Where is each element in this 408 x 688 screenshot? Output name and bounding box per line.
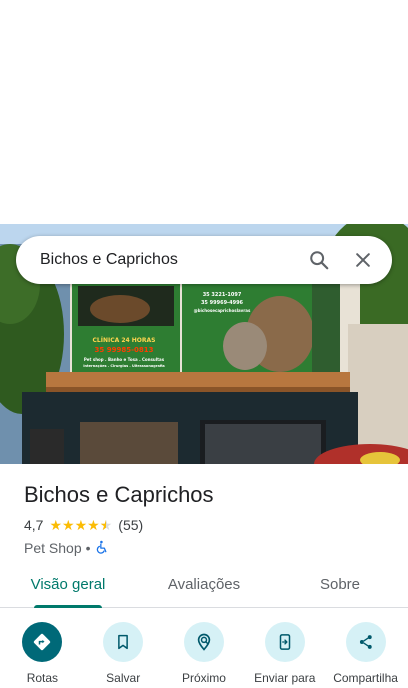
search-bar[interactable]: Bichos e Caprichos	[16, 236, 392, 284]
rating-stars: ★ ★ ★ ★ ★	[49, 518, 112, 532]
directions-icon	[22, 622, 63, 662]
star-icon: ★	[74, 517, 88, 533]
sign-landline-text: 35 3221-1097	[203, 292, 242, 298]
tab-overview[interactable]: Visão geral	[0, 564, 136, 608]
save-button[interactable]: Salvar	[86, 622, 160, 688]
action-bar: Rotas Salvar Próximo Enviar para Compart…	[0, 622, 408, 688]
tab-reviews[interactable]: Avaliações	[136, 564, 272, 607]
category-row: Pet Shop •	[24, 539, 394, 557]
sign-services-text-2: Internações . Cirurgias . Ultrassonograf…	[83, 364, 165, 368]
directions-button[interactable]: Rotas	[5, 622, 79, 688]
place-tabs: Visão geral Avaliações Sobre	[0, 564, 408, 608]
sign-mobile-text: 35 99969-4996	[201, 300, 244, 306]
sign-instagram-text: @bichosecaprichoslavras	[194, 308, 251, 313]
nearby-icon	[183, 622, 224, 662]
half-star-icon: ★	[100, 518, 113, 532]
sign-clinic-text: CLÍNICA 24 HORAS	[93, 336, 156, 344]
map-area[interactable]	[0, 0, 408, 224]
send-to-phone-label: Enviar para	[254, 671, 316, 685]
star-icon: ★	[49, 517, 63, 533]
star-icon: ★	[87, 517, 100, 533]
directions-label: Rotas	[26, 671, 59, 685]
place-category[interactable]: Pet Shop	[24, 540, 82, 556]
bookmark-icon	[103, 622, 144, 662]
place-info: Bichos e Caprichos 4,7 ★ ★ ★ ★ ★ (55) Pe…	[24, 482, 394, 557]
tab-about[interactable]: Sobre	[272, 564, 408, 607]
nearby-button[interactable]: Próximo	[167, 622, 241, 688]
separator-dot: •	[85, 540, 91, 556]
share-icon	[345, 622, 386, 662]
share-label: Compartilha	[333, 671, 398, 685]
rating-row[interactable]: 4,7 ★ ★ ★ ★ ★ (55)	[24, 516, 394, 534]
wheelchair-accessible-icon	[95, 540, 109, 557]
send-to-phone-button[interactable]: Enviar para	[248, 622, 322, 688]
place-title: Bichos e Caprichos	[24, 482, 214, 507]
nearby-label: Próximo	[181, 671, 226, 685]
search-query-text[interactable]: Bichos e Caprichos	[40, 251, 290, 269]
star-icon: ★	[62, 517, 75, 533]
rating-value: 4,7	[24, 517, 44, 533]
close-icon[interactable]	[348, 245, 378, 275]
share-button[interactable]: Compartilha	[329, 622, 403, 688]
sign-services-text: Pet shop . Banho e Tosa . Consultas	[84, 357, 165, 362]
send-to-phone-icon	[264, 622, 305, 662]
save-label: Salvar	[106, 671, 141, 685]
sign-phone-text: 35 99985-0813	[95, 346, 154, 354]
search-icon[interactable]	[304, 245, 334, 275]
review-count[interactable]: (55)	[118, 517, 143, 533]
